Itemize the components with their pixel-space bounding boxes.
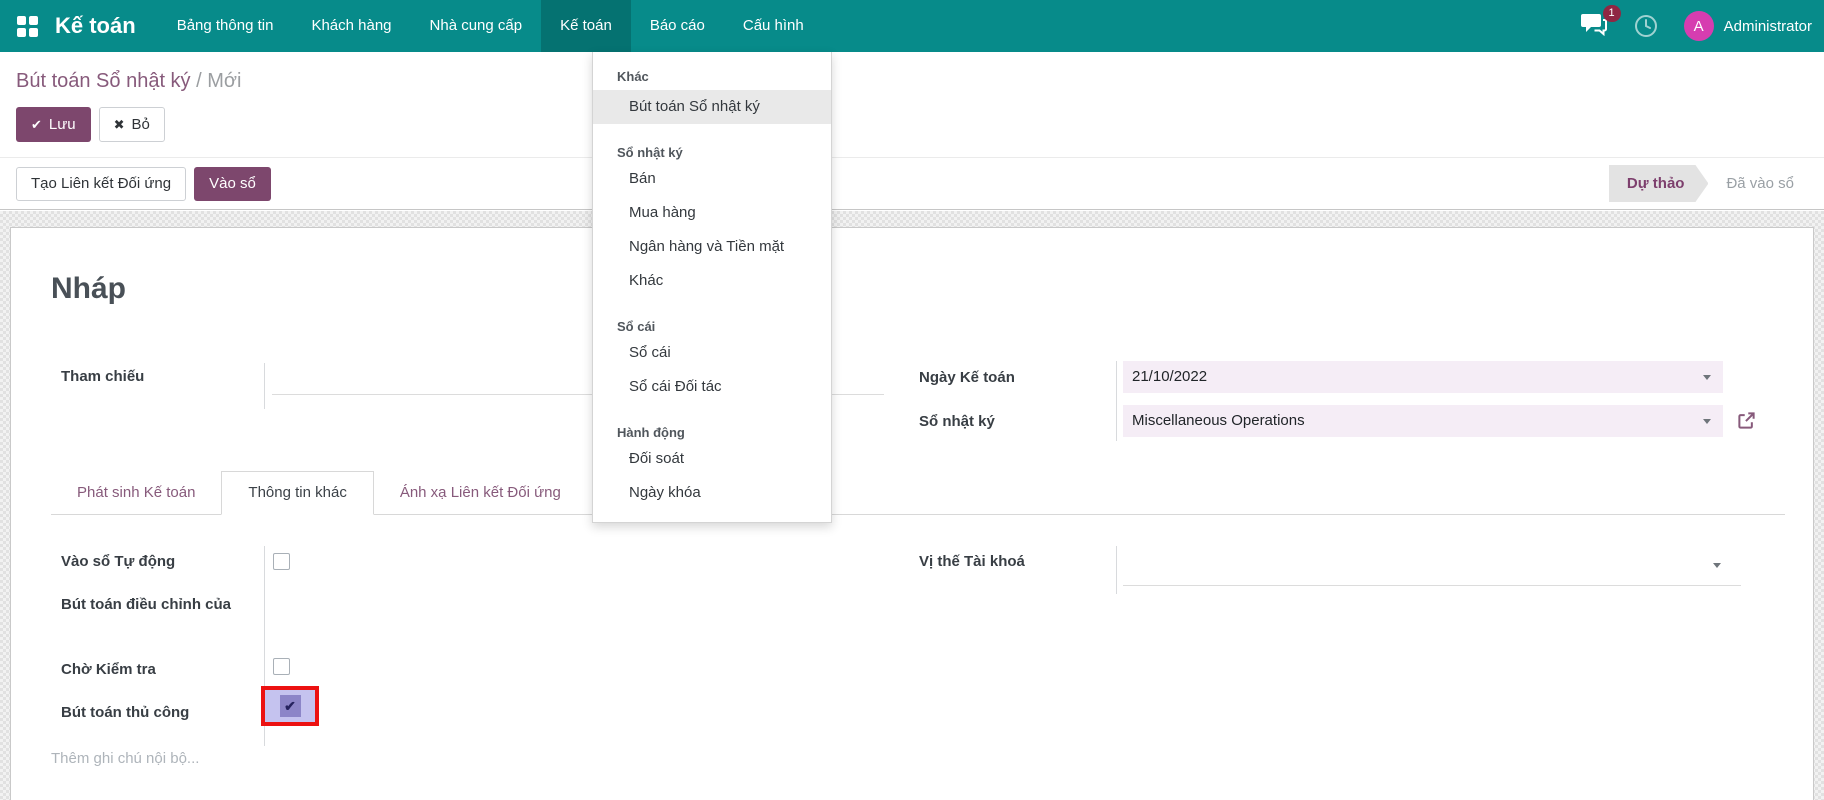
chevron-down-icon: [1703, 419, 1711, 424]
clock-icon: [1634, 14, 1658, 38]
accounting-dropdown-menu: Khác Bút toán Sổ nhật ký Sổ nhật ký Bán …: [592, 52, 832, 523]
create-counterpart-button[interactable]: Tạo Liên kết Đối ứng: [16, 167, 186, 201]
menu-item-bank-cash[interactable]: Ngân hàng và Tiền mặt: [593, 230, 831, 264]
messages-button[interactable]: 1: [1580, 12, 1608, 41]
statusbar-states: Dự thảo Đã vào sổ: [1609, 158, 1808, 209]
group-divider: [264, 363, 265, 409]
post-button[interactable]: Vào sổ: [194, 167, 271, 201]
check-icon: ✔: [31, 117, 42, 133]
top-navbar: Kế toán Bảng thông tin Khách hàng Nhà cu…: [0, 0, 1824, 52]
group-divider: [1116, 361, 1117, 441]
nav-item-reporting[interactable]: Báo cáo: [631, 0, 724, 52]
form-button-row: ✔ Lưu ✖ Bỏ: [0, 93, 1824, 142]
date-journal-group: Ngày Kế toán 21/10/2022 Sổ nhật ký Misce…: [909, 361, 1769, 471]
group-divider: [1116, 546, 1117, 594]
activities-button[interactable]: [1634, 14, 1658, 38]
reference-label: Tham chiếu: [61, 366, 144, 387]
app-brand[interactable]: Kế toán: [55, 13, 136, 39]
menu-header-actions: Hành động: [593, 424, 831, 442]
apps-menu-icon[interactable]: [17, 16, 38, 37]
user-name[interactable]: Administrator: [1724, 18, 1812, 35]
page-title: Nháp: [51, 272, 126, 306]
save-button[interactable]: ✔ Lưu: [16, 107, 91, 142]
menu-item-partner-ledger[interactable]: Sổ cái Đối tác: [593, 370, 831, 404]
menu-item-journal-entries[interactable]: Bút toán Sổ nhật ký: [593, 90, 831, 124]
accounting-date-field[interactable]: 21/10/2022: [1123, 361, 1723, 393]
discard-label: Bỏ: [132, 116, 150, 133]
menu-header-other: Khác: [593, 68, 831, 86]
manual-entry-label: Bút toán thủ công: [61, 702, 189, 723]
nav-item-configuration[interactable]: Cấu hình: [724, 0, 823, 52]
menu-gap: [593, 298, 831, 318]
other-info-left-group: Vào sổ Tự động Bút toán điều chỉnh của C…: [51, 546, 883, 756]
journal-label: Sổ nhật ký: [919, 411, 995, 432]
menu-item-general-ledger[interactable]: Sổ cái: [593, 336, 831, 370]
breadcrumb: Bút toán Sổ nhật ký / Mới: [0, 52, 1824, 93]
other-info-right-group: Vị thế Tài khoá: [909, 546, 1769, 606]
menu-item-lock-dates[interactable]: Ngày khóa: [593, 476, 831, 510]
menu-item-misc[interactable]: Khác: [593, 264, 831, 298]
journal-field[interactable]: Miscellaneous Operations: [1123, 405, 1723, 437]
menu-gap: [593, 124, 831, 144]
manual-entry-highlight-box: ✔: [261, 686, 319, 726]
external-link-icon[interactable]: [1737, 411, 1756, 430]
journal-value: Miscellaneous Operations: [1132, 412, 1305, 429]
menu-item-purchases[interactable]: Mua hàng: [593, 196, 831, 230]
nav-item-dashboard[interactable]: Bảng thông tin: [158, 0, 293, 52]
x-icon: ✖: [114, 117, 125, 133]
to-check-checkbox[interactable]: [273, 658, 290, 675]
state-posted[interactable]: Đã vào sổ: [1708, 175, 1808, 192]
menu-item-reconciliation[interactable]: Đối soát: [593, 442, 831, 476]
tab-other-info[interactable]: Thông tin khác: [221, 471, 373, 515]
notebook-tabs: Phát sinh Kế toán Thông tin khác Ánh xạ …: [51, 471, 1785, 515]
avatar[interactable]: A: [1684, 11, 1714, 41]
tab-counterpart-mapping[interactable]: Ánh xạ Liên kết Đối ứng: [374, 472, 587, 514]
nav-item-vendors[interactable]: Nhà cung cấp: [411, 0, 542, 52]
menu-item-sales[interactable]: Bán: [593, 162, 831, 196]
menu-header-journals: Sổ nhật ký: [593, 144, 831, 162]
menu-header-ledgers: Sổ cái: [593, 318, 831, 336]
state-draft[interactable]: Dự thảo: [1609, 165, 1709, 202]
auto-post-checkbox[interactable]: [273, 553, 290, 570]
manual-entry-checkbox[interactable]: ✔: [280, 695, 301, 717]
to-check-label: Chờ Kiểm tra: [61, 659, 156, 680]
save-label: Lưu: [49, 116, 76, 133]
messages-badge: 1: [1603, 5, 1621, 22]
fiscal-position-label: Vị thế Tài khoá: [919, 551, 1025, 572]
accounting-date-value: 21/10/2022: [1132, 368, 1207, 385]
nav-item-accounting[interactable]: Kế toán: [541, 0, 631, 52]
nav-item-customers[interactable]: Khách hàng: [292, 0, 410, 52]
check-icon: ✔: [284, 698, 296, 715]
chevron-down-icon: [1713, 563, 1721, 568]
narration-input[interactable]: Thêm ghi chú nội bộ...: [51, 750, 199, 767]
tab-journal-items[interactable]: Phát sinh Kế toán: [51, 472, 221, 514]
menu-gap: [593, 404, 831, 424]
reversed-entry-label: Bút toán điều chỉnh của: [61, 594, 246, 615]
chevron-down-icon: [1703, 375, 1711, 380]
fiscal-position-field[interactable]: [1123, 554, 1741, 586]
discard-button[interactable]: ✖ Bỏ: [99, 107, 165, 142]
statusbar: Tạo Liên kết Đối ứng Vào sổ Dự thảo Đã v…: [0, 157, 1824, 210]
breadcrumb-parent[interactable]: Bút toán Sổ nhật ký: [16, 70, 191, 92]
accounting-date-label: Ngày Kế toán: [919, 367, 1015, 388]
form-sheet: Nháp Tham chiếu Ngày Kế toán 21/10/2022 …: [10, 227, 1814, 800]
navbar-systray: 1 A Administrator: [1580, 11, 1812, 41]
control-panel: Bút toán Sổ nhật ký / Mới ✔ Lưu ✖ Bỏ: [0, 52, 1824, 142]
auto-post-label: Vào sổ Tự động: [61, 551, 175, 572]
